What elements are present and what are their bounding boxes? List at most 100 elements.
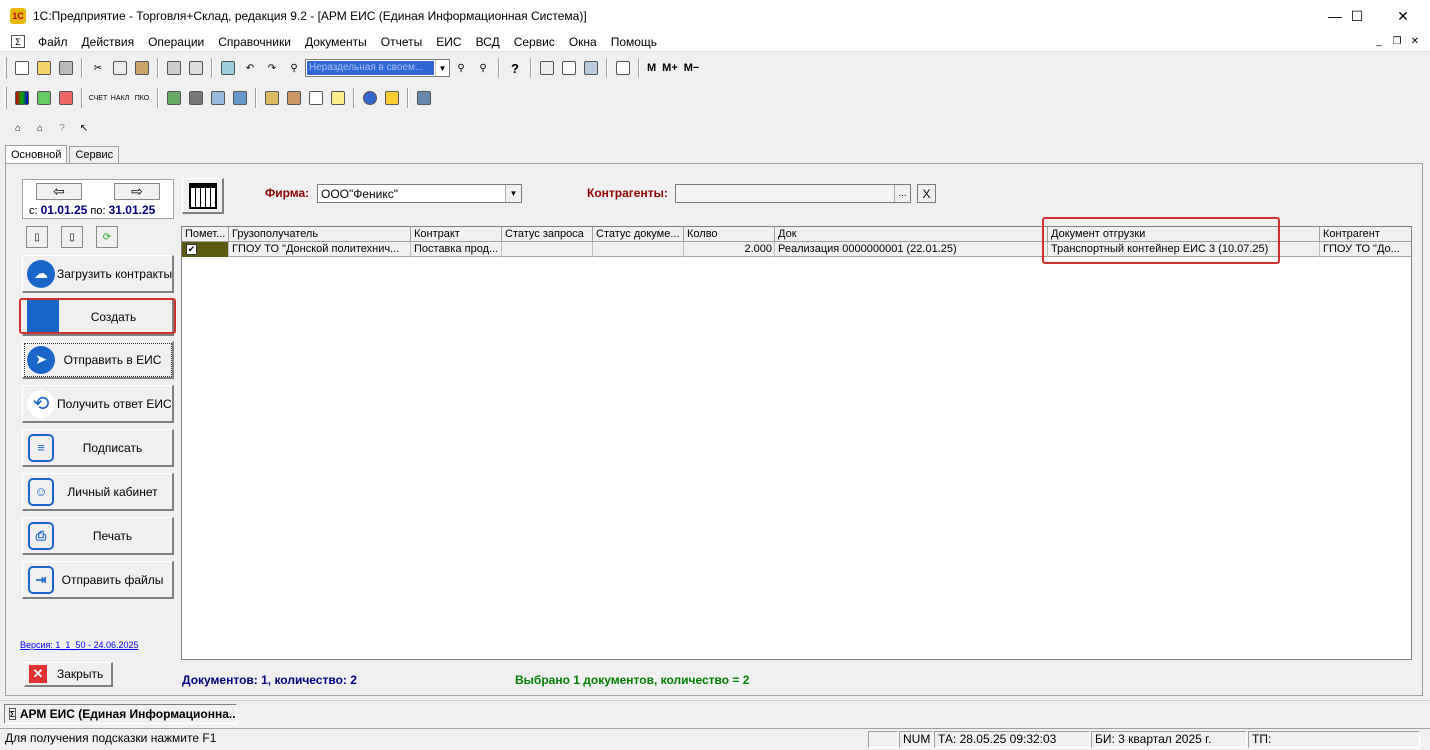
col-qty[interactable]: Колво: [684, 227, 775, 242]
col-request-status[interactable]: Статус запроса: [502, 227, 593, 242]
print-preview-icon[interactable]: [186, 58, 206, 78]
pointer-help-icon[interactable]: ↖: [74, 118, 94, 138]
goods-icon[interactable]: [262, 88, 282, 108]
row-mark-cell[interactable]: ✔: [182, 242, 229, 257]
report-icon[interactable]: [306, 88, 326, 108]
bank-icon[interactable]: [164, 88, 184, 108]
filter-button[interactable]: ▯: [61, 226, 83, 248]
star-icon[interactable]: [382, 88, 402, 108]
prev-period-button[interactable]: ⇦: [36, 183, 82, 200]
menu-file[interactable]: Файл: [31, 35, 75, 49]
cashbox-icon[interactable]: [186, 88, 206, 108]
pko-icon[interactable]: ПКО: [132, 88, 152, 108]
tool-b-icon[interactable]: ⌂: [30, 118, 50, 138]
print-icon[interactable]: [164, 58, 184, 78]
get-eis-response-button[interactable]: ⟲ Получить ответ ЕИС: [22, 385, 174, 423]
boxes-icon[interactable]: [284, 88, 304, 108]
col-mark[interactable]: Помет...: [182, 227, 229, 242]
contragents-clear-button[interactable]: X: [917, 184, 936, 203]
menu-actions[interactable]: Действия: [75, 35, 142, 49]
next-period-button[interactable]: ⇨: [114, 183, 160, 200]
row-qty: 2.000: [684, 242, 775, 257]
firm-select[interactable]: ООО"Феникс" ▼: [317, 184, 522, 203]
arrow-in-icon[interactable]: [34, 88, 54, 108]
book-icon[interactable]: [613, 58, 633, 78]
mdi-minimize-icon[interactable]: _: [1372, 35, 1386, 48]
print-button[interactable]: ⎙ Печать: [22, 517, 174, 555]
date-from: 01.01.25: [40, 203, 88, 217]
mdi-close-icon[interactable]: ✕: [1408, 35, 1422, 48]
col-doc-status[interactable]: Статус докуме...: [593, 227, 684, 242]
undo-icon[interactable]: ↶: [240, 58, 260, 78]
copy-icon[interactable]: [110, 58, 130, 78]
books-icon[interactable]: [12, 88, 32, 108]
column-settings-button[interactable]: ▯: [26, 226, 48, 248]
col-consignee[interactable]: Грузополучатель: [229, 227, 411, 242]
chevron-down-icon[interactable]: ▼: [435, 60, 449, 76]
register-icon[interactable]: [208, 88, 228, 108]
refresh-list-button[interactable]: ⟳: [96, 226, 118, 248]
send-files-button[interactable]: ⇥ Отправить файлы: [22, 561, 174, 599]
calendar-button[interactable]: [182, 178, 224, 214]
cut-icon[interactable]: ✂: [88, 58, 108, 78]
arrow-out-icon[interactable]: [56, 88, 76, 108]
new-document-icon[interactable]: [12, 58, 32, 78]
invoice-icon[interactable]: СЧЕТ: [88, 88, 108, 108]
menu-eis[interactable]: ЕИС: [429, 35, 468, 49]
open-folder-icon[interactable]: [34, 58, 54, 78]
menu-vsd[interactable]: ВСД: [469, 35, 507, 49]
maximize-button[interactable]: ☐: [1334, 0, 1380, 32]
row-checkbox[interactable]: ✔: [186, 244, 197, 255]
question-icon[interactable]: ?: [52, 118, 72, 138]
paste-icon[interactable]: [132, 58, 152, 78]
taskbar-item[interactable]: Σ АРМ ЕИС (Единая Информационна...: [4, 704, 237, 724]
get-eis-response-label: Получить ответ ЕИС: [57, 396, 172, 411]
redo-icon[interactable]: ↷: [262, 58, 282, 78]
memory-plus-button[interactable]: М+: [659, 62, 681, 74]
calendar-toolbar-icon[interactable]: [537, 58, 557, 78]
tool-a-icon[interactable]: ⌂: [8, 118, 28, 138]
col-contragent[interactable]: Контрагент: [1320, 227, 1411, 242]
menu-operations[interactable]: Операции: [141, 35, 211, 49]
col-doc[interactable]: Док: [775, 227, 1048, 242]
pen-icon[interactable]: [581, 58, 601, 78]
table-icon[interactable]: [559, 58, 579, 78]
menu-documents[interactable]: Документы: [298, 35, 374, 49]
menu-windows[interactable]: Окна: [562, 35, 604, 49]
calculator-icon[interactable]: [218, 58, 238, 78]
close-window-button[interactable]: ✕: [1380, 0, 1426, 32]
help-icon[interactable]: ?: [505, 58, 525, 78]
menu-help[interactable]: Помощь: [604, 35, 664, 49]
col-contract[interactable]: Контракт: [411, 227, 502, 242]
memory-minus-button[interactable]: М−: [681, 62, 703, 74]
binoculars-icon[interactable]: ⚲: [284, 58, 304, 78]
contragents-field[interactable]: ...: [675, 184, 911, 203]
close-button[interactable]: ✕ Закрыть: [24, 662, 113, 687]
menu-references[interactable]: Справочники: [211, 35, 298, 49]
search-combo-value: Нераздельная в своем...: [307, 61, 434, 75]
picture-icon[interactable]: [414, 88, 434, 108]
memory-button[interactable]: М: [644, 62, 659, 74]
sign-button[interactable]: ≡ Подписать: [22, 429, 174, 467]
chevron-down-icon[interactable]: ▼: [505, 185, 521, 202]
menu-service[interactable]: Сервис: [507, 35, 562, 49]
people-icon[interactable]: [230, 88, 250, 108]
tab-main[interactable]: Основной: [5, 145, 68, 163]
find-icon[interactable]: ⚲: [451, 58, 471, 78]
chart-icon[interactable]: [328, 88, 348, 108]
version-link[interactable]: Версия: 1_1_50 - 24.06.2025: [20, 640, 139, 650]
menu-reports[interactable]: Отчеты: [374, 35, 429, 49]
tab-service[interactable]: Сервис: [69, 146, 120, 163]
personal-cabinet-button[interactable]: ☺ Личный кабинет: [22, 473, 174, 511]
invoice-list-icon[interactable]: НАКЛ: [110, 88, 130, 108]
search-combo[interactable]: Нераздельная в своем... ▼: [305, 59, 450, 77]
send-to-eis-button[interactable]: ➤ Отправить в ЕИС: [22, 341, 174, 379]
save-icon[interactable]: [56, 58, 76, 78]
contragents-choose-button[interactable]: ...: [894, 185, 910, 202]
load-contracts-button[interactable]: ☁ Загрузить контракты: [22, 255, 174, 293]
mdi-restore-icon[interactable]: ❐: [1390, 35, 1404, 48]
period-range[interactable]: с: 01.01.25 по: 31.01.25: [29, 203, 155, 217]
find-next-icon[interactable]: ⚲: [473, 58, 493, 78]
system-menu-icon[interactable]: Σ: [11, 35, 25, 48]
globe-icon[interactable]: [360, 88, 380, 108]
